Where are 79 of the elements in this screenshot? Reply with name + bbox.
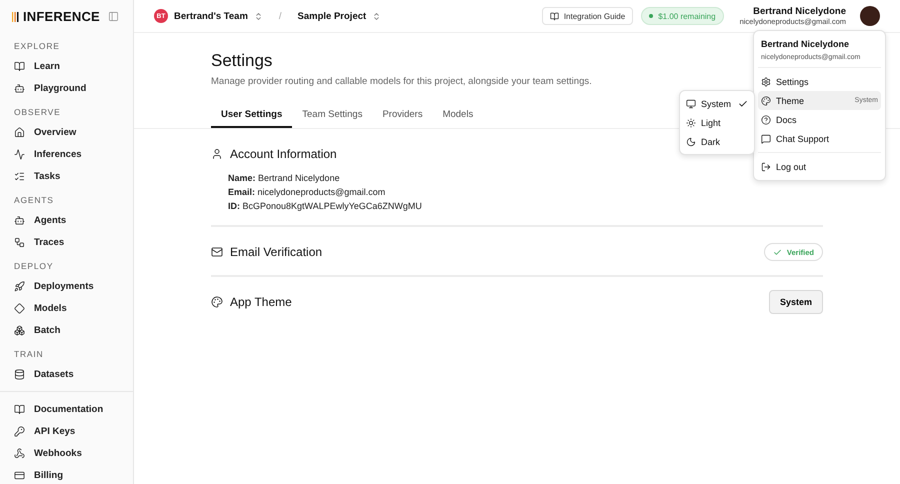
key-icon [14,426,25,436]
sidebar-item[interactable]: Deployments [0,275,133,297]
card-icon [14,470,25,480]
mail-icon [211,246,223,258]
sidebar-item[interactable]: Billing [0,464,133,484]
theme-option[interactable]: Dark [683,132,751,151]
boxes-icon [14,324,25,336]
user-icon [211,148,223,160]
sidebar-item[interactable]: Playground [0,77,133,99]
robot-icon [14,214,25,226]
section-title: Account Information [230,147,337,161]
sidebar-item[interactable]: Traces [0,231,133,253]
menu-item[interactable]: Chat Support [758,129,881,148]
network-icon [14,236,25,248]
palette-icon [211,296,223,308]
section-heading: DEPLOY [13,260,54,273]
brand-logo: INFERENCE [12,9,100,24]
account-field: Name: Bertrand Nicelydone [228,173,823,183]
moon-icon [686,136,696,146]
tab[interactable]: User Settings [211,103,292,128]
book-icon [14,60,25,72]
chat-icon [761,134,771,144]
section-heading: TRAIN [13,348,44,361]
database-icon [14,368,25,380]
monitor-icon [686,98,696,108]
diamond-icon [14,302,25,314]
rocket-icon [14,280,25,292]
theme-option[interactable]: System [683,94,751,113]
webhook-icon [14,448,25,458]
integration-guide-button[interactable]: Integration Guide [542,7,634,25]
page-title: Settings [211,51,272,71]
sidebar-item[interactable]: Batch [0,319,133,341]
section-heading: AGENTS [13,194,55,207]
chevrons-icon [254,12,263,20]
section-heading: OBSERVE [13,106,62,119]
sidebar-item[interactable]: API Keys [0,420,133,442]
sidebar-item[interactable]: Inferences [0,143,133,165]
sidebar-item[interactable]: Agents [0,209,133,231]
breadcrumb-separator: / [278,10,282,22]
page-subtitle: Manage provider routing and callable models for this project, alongside your team settings. [211,76,592,87]
robot-icon [14,82,25,94]
chevrons-icon [372,12,382,20]
menu-user-name: Bertrand Nicelydone [761,39,850,49]
activity-icon [14,148,25,160]
theme-option[interactable]: Light [683,113,751,132]
sidebar-item[interactable]: Datasets [0,363,133,385]
user-avatar[interactable] [860,6,880,26]
project-switcher[interactable]: Sample Project [298,10,382,22]
house-icon [14,126,25,138]
tab[interactable]: Providers [372,103,433,128]
sidebar-item[interactable]: Overview [0,121,133,143]
settings-icon [761,76,771,86]
sidebar-item[interactable]: Documentation [0,398,133,420]
section-title: Email Verification [230,245,322,259]
user-name: Bertrand Nicelydone [753,6,846,17]
account-field: ID: BcGPonou8KgtWALPEwlyYeGCa6ZNWgMU [228,201,823,211]
checklist-icon [14,170,25,182]
status-dot [649,14,654,18]
menu-item[interactable]: Docs [758,110,881,129]
sidebar-item[interactable]: Models [0,297,133,319]
palette-icon [761,96,771,106]
sidebar-item[interactable]: Tasks [0,165,133,187]
section-heading: EXPLORE [13,40,61,53]
book-icon [14,404,25,414]
credit-badge: $1.00 remaining [641,7,724,25]
tab[interactable]: Models [432,103,484,128]
sidebar-item[interactable]: Learn [0,55,133,77]
theme-button[interactable]: System [768,290,823,314]
sidebar-item[interactable]: Webhooks [0,442,133,464]
sidebar-toggle-icon[interactable] [108,11,119,22]
book-icon [550,12,559,20]
help-icon [761,114,771,124]
tab[interactable]: Team Settings [292,103,372,128]
check-icon [772,248,782,256]
menu-item[interactable]: Settings [758,72,881,91]
logout-icon [761,162,771,172]
section-title: App Theme [230,295,292,309]
account-field: Email: nicelydoneproducts@gmail.com [228,187,823,197]
logout-item[interactable]: Log out [758,157,881,176]
